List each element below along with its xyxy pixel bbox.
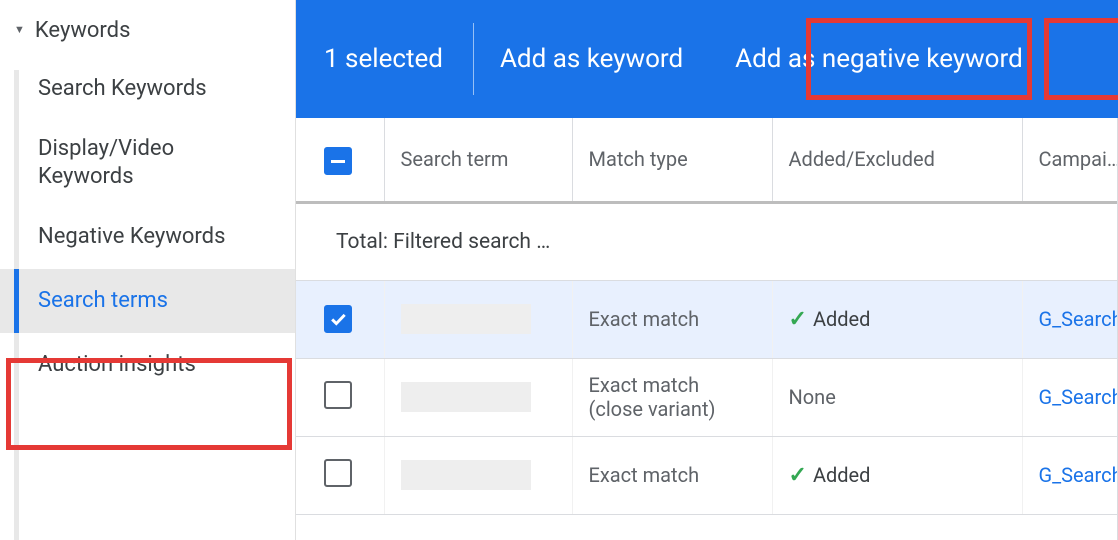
sidebar-item-search-keywords[interactable]: Search Keywords <box>0 57 295 121</box>
redacted-placeholder <box>401 460 531 490</box>
cell-search-term <box>384 358 572 436</box>
search-terms-table: Search term Match type Added/Excluded Ca… <box>296 118 1118 540</box>
row-checkbox-cell <box>296 280 384 358</box>
sidebar-group-label: Keywords <box>35 18 131 43</box>
annotation-highlight-add-keyword <box>806 18 1032 100</box>
sidebar-item-label: Search terms <box>38 288 168 313</box>
row-checkbox[interactable] <box>324 459 352 487</box>
sidebar-item-label: Display/Video Keywords <box>38 135 248 191</box>
total-row: Total: Filtered search … <box>296 202 1118 280</box>
sidebar-item-label: Auction insights <box>38 352 196 377</box>
cell-match-type: Exact match <box>572 280 772 358</box>
sidebar-item-search-terms[interactable]: Search terms <box>0 269 295 333</box>
header-match-type[interactable]: Match type <box>572 118 772 202</box>
cell-added-excluded: None <box>772 358 1022 436</box>
add-as-keyword-button[interactable]: Add as keyword <box>474 24 709 94</box>
redacted-placeholder <box>401 304 531 334</box>
table-row: Exact match ✓Added G_Search <box>296 280 1118 358</box>
expand-collapse-icon: ▼ <box>14 23 25 36</box>
added-check-icon: ✓ <box>789 463 807 488</box>
cell-campaign[interactable]: G_Search <box>1022 358 1118 436</box>
added-check-icon: ✓ <box>789 307 807 332</box>
added-label: Added <box>813 463 871 487</box>
header-added-excluded[interactable]: Added/Excluded <box>772 118 1022 202</box>
sidebar-item-auction-insights[interactable]: Auction insights <box>0 333 295 397</box>
table-header-row: Search term Match type Added/Excluded Ca… <box>296 118 1118 202</box>
sidebar-item-label: Negative Keywords <box>38 224 225 249</box>
cell-campaign[interactable]: G_Search <box>1022 436 1118 514</box>
check-icon <box>328 309 348 329</box>
row-checkbox-cell <box>296 436 384 514</box>
table-row: Exact match (close variant) None G_Searc… <box>296 358 1118 436</box>
selection-action-bar: 1 selected Add as keyword Add as negativ… <box>296 0 1118 118</box>
header-campaign[interactable]: Campaign <box>1022 118 1118 202</box>
cell-search-term <box>384 436 572 514</box>
header-search-term[interactable]: Search term <box>384 118 572 202</box>
cell-campaign[interactable]: G_Search <box>1022 280 1118 358</box>
row-checkbox[interactable] <box>324 381 352 409</box>
cell-added-excluded: ✓Added <box>772 436 1022 514</box>
cell-added-excluded: ✓Added <box>772 280 1022 358</box>
sidebar-item-negative-keywords[interactable]: Negative Keywords <box>0 205 295 269</box>
row-checkbox-cell <box>296 358 384 436</box>
cell-search-term <box>384 280 572 358</box>
main-panel: 1 selected Add as keyword Add as negativ… <box>296 0 1118 540</box>
cell-match-type: Exact match <box>572 436 772 514</box>
redacted-placeholder <box>401 382 531 412</box>
sidebar-group-keywords[interactable]: ▼ Keywords <box>0 4 295 57</box>
select-all-checkbox[interactable] <box>324 147 352 175</box>
header-checkbox-cell <box>296 118 384 202</box>
sidebar: ▼ Keywords Search Keywords Display/Video… <box>0 0 296 540</box>
added-label: Added <box>813 307 871 331</box>
sidebar-item-label: Search Keywords <box>38 76 207 101</box>
sidebar-item-display-video-keywords[interactable]: Display/Video Keywords <box>0 121 295 205</box>
total-row-label: Total: Filtered search … <box>296 202 572 280</box>
annotation-highlight-add-negative <box>1044 18 1118 100</box>
cell-match-type: Exact match (close variant) <box>572 358 772 436</box>
row-checkbox[interactable] <box>324 305 352 333</box>
selection-count: 1 selected <box>324 44 473 74</box>
table-row: Exact match ✓Added G_Search <box>296 436 1118 514</box>
